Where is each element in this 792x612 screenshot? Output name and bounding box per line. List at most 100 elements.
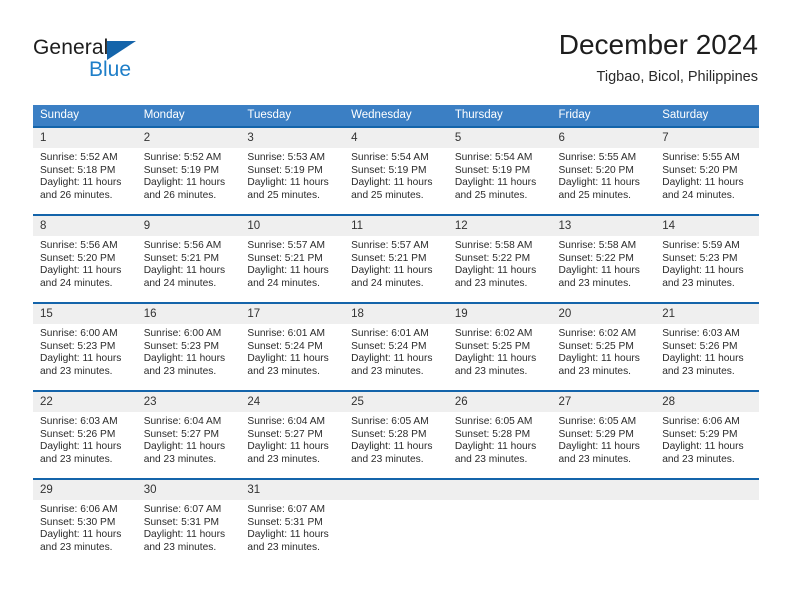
daylight-text: Daylight: 11 hours and 24 minutes.: [351, 265, 433, 289]
day-details: Sunrise: 5:56 AM Sunset: 5:20 PM Daylight:…: [33, 236, 137, 290]
day-cell[interactable]: 8 Sunrise: 5:56 AM Sunset: 5:20 PM Daylight…: [33, 214, 137, 302]
calendar-day-cell: 1 Sunrise: 5:52 AM Sunset: 5:18 PM Daylight…: [33, 126, 137, 214]
day-cell[interactable]: 3 Sunrise: 5:53 AM Sunset: 5:19 PM Daylight…: [240, 126, 345, 214]
weekday-header-saturday: Saturday: [655, 105, 759, 126]
day-details: Sunrise: 5:58 AM Sunset: 5:22 PM Daylight:…: [448, 236, 552, 290]
sunset-text: Sunset: 5:18 PM: [40, 164, 116, 176]
sunrise-text: Sunrise: 6:05 AM: [558, 416, 637, 427]
day-cell[interactable]: 22 Sunrise: 6:03 AM Sunset: 5:26 PM Dayligh…: [33, 390, 137, 478]
day-cell[interactable]: 5 Sunrise: 5:54 AM Sunset: 5:19 PM Daylight…: [447, 126, 552, 214]
day-cell[interactable]: 21 Sunrise: 6:03 AM Sunset: 5:26 PM Dayligh…: [655, 302, 759, 390]
sunset-text: Sunset: 5:24 PM: [247, 340, 323, 352]
day-cell[interactable]: 13 Sunrise: 5:58 AM Sunset: 5:22 PM Dayligh…: [551, 214, 656, 302]
daylight-text: Daylight: 11 hours and 25 minutes.: [351, 177, 433, 201]
day-cell[interactable]: 4 Sunrise: 5:54 AM Sunset: 5:19 PM Daylight…: [344, 126, 448, 214]
day-number: 13: [551, 216, 656, 236]
calendar-day-cell: 29 Sunrise: 6:06 AM Sunset: 5:30 PM Dayligh…: [33, 478, 137, 566]
day-number: 5: [447, 128, 552, 148]
calendar-day-cell: 24 Sunrise: 6:04 AM Sunset: 5:27 PM Dayligh…: [240, 390, 345, 478]
day-number: 1: [33, 128, 137, 148]
daylight-text: Daylight: 11 hours and 23 minutes.: [454, 441, 537, 465]
day-cell[interactable]: 24 Sunrise: 6:04 AM Sunset: 5:27 PM Dayligh…: [240, 390, 345, 478]
day-cell[interactable]: 23 Sunrise: 6:04 AM Sunset: 5:27 PM Dayligh…: [136, 390, 241, 478]
weekday-header-friday: Friday: [551, 105, 656, 126]
day-cell[interactable]: 18 Sunrise: 6:01 AM Sunset: 5:24 PM Dayligh…: [344, 302, 448, 390]
day-cell[interactable]: 28 Sunrise: 6:06 AM Sunset: 5:29 PM Dayligh…: [655, 390, 759, 478]
day-details: Sunrise: 6:06 AM Sunset: 5:30 PM Daylight:…: [33, 500, 137, 554]
day-number: 7: [655, 128, 759, 148]
day-cell[interactable]: 6 Sunrise: 5:55 AM Sunset: 5:20 PM Daylight…: [551, 126, 656, 214]
calendar-day-cell: 31 Sunrise: 6:07 AM Sunset: 5:31 PM Dayligh…: [240, 478, 345, 566]
sunset-text: Sunset: 5:19 PM: [351, 164, 427, 176]
day-cell-empty: [344, 478, 448, 566]
day-cell[interactable]: 14 Sunrise: 5:59 AM Sunset: 5:23 PM Dayligh…: [655, 214, 759, 302]
sunset-text: Sunset: 5:27 PM: [143, 428, 220, 440]
sunset-text: Sunset: 5:26 PM: [662, 340, 738, 352]
day-details: Sunrise: 5:59 AM Sunset: 5:23 PM Daylight:…: [655, 236, 759, 290]
day-cell[interactable]: 17 Sunrise: 6:01 AM Sunset: 5:24 PM Dayligh…: [240, 302, 345, 390]
sunset-text: Sunset: 5:28 PM: [351, 428, 427, 440]
day-details: Sunrise: 6:03 AM Sunset: 5:26 PM Daylight:…: [33, 412, 137, 466]
day-cell[interactable]: 31 Sunrise: 6:07 AM Sunset: 5:31 PM Dayligh…: [240, 478, 345, 566]
sunset-text: Sunset: 5:20 PM: [662, 164, 738, 176]
sunrise-text: Sunrise: 5:52 AM: [143, 152, 222, 163]
day-details: Sunrise: 6:04 AM Sunset: 5:27 PM Daylight:…: [240, 412, 344, 466]
daylight-text: Daylight: 11 hours and 23 minutes.: [143, 529, 226, 553]
sunrise-text: Sunrise: 6:01 AM: [351, 328, 429, 339]
sunset-text: Sunset: 5:31 PM: [247, 516, 323, 528]
day-cell[interactable]: 19 Sunrise: 6:02 AM Sunset: 5:25 PM Dayligh…: [447, 302, 552, 390]
day-cell[interactable]: 12 Sunrise: 5:58 AM Sunset: 5:22 PM Dayligh…: [447, 214, 552, 302]
calendar-day-cell: 3 Sunrise: 5:53 AM Sunset: 5:19 PM Daylight…: [240, 126, 345, 214]
daylight-text: Daylight: 11 hours and 25 minutes.: [247, 177, 329, 201]
calendar-day-cell: 16 Sunrise: 6:00 AM Sunset: 5:23 PM Dayligh…: [136, 302, 241, 390]
day-cell[interactable]: 10 Sunrise: 5:57 AM Sunset: 5:21 PM Dayligh…: [240, 214, 345, 302]
day-number: 12: [447, 216, 552, 236]
day-cell[interactable]: 9 Sunrise: 5:56 AM Sunset: 5:21 PM Daylight…: [136, 214, 241, 302]
day-cell[interactable]: 11 Sunrise: 5:57 AM Sunset: 5:21 PM Dayligh…: [344, 214, 448, 302]
day-cell[interactable]: 25 Sunrise: 6:05 AM Sunset: 5:28 PM Dayligh…: [344, 390, 448, 478]
weekday-header-sunday: Sunday: [33, 105, 137, 126]
calendar-day-cell: 27 Sunrise: 6:05 AM Sunset: 5:29 PM Dayligh…: [551, 390, 656, 478]
calendar-header-row: Sunday Monday Tuesday Wednesday Thursday…: [33, 105, 759, 126]
daylight-text: Daylight: 11 hours and 23 minutes.: [351, 441, 433, 465]
sunrise-text: Sunrise: 5:59 AM: [662, 240, 740, 251]
generalblue-logo[interactable]: General Blue: [33, 36, 163, 84]
calendar-week-row: 22 Sunrise: 6:03 AM Sunset: 5:26 PM Dayligh…: [33, 390, 759, 478]
calendar-day-cell: 21 Sunrise: 6:03 AM Sunset: 5:26 PM Dayligh…: [655, 302, 759, 390]
day-cell[interactable]: 2 Sunrise: 5:52 AM Sunset: 5:19 PM Daylight…: [136, 126, 241, 214]
calendar-day-cell: 12 Sunrise: 5:58 AM Sunset: 5:22 PM Dayligh…: [447, 214, 552, 302]
sunset-text: Sunset: 5:19 PM: [143, 164, 220, 176]
daylight-text: Daylight: 11 hours and 23 minutes.: [40, 529, 122, 553]
day-number: 29: [33, 480, 137, 500]
calendar-day-cell: 11 Sunrise: 5:57 AM Sunset: 5:21 PM Dayligh…: [344, 214, 448, 302]
day-number: 4: [344, 128, 448, 148]
sunset-text: Sunset: 5:25 PM: [454, 340, 531, 352]
sunrise-text: Sunrise: 5:54 AM: [351, 152, 429, 163]
calendar-day-cell: 18 Sunrise: 6:01 AM Sunset: 5:24 PM Dayligh…: [344, 302, 448, 390]
daylight-text: Daylight: 11 hours and 23 minutes.: [662, 265, 744, 289]
day-cell-empty: [655, 478, 759, 566]
day-cell[interactable]: 20 Sunrise: 6:02 AM Sunset: 5:25 PM Dayligh…: [551, 302, 656, 390]
sunrise-text: Sunrise: 5:56 AM: [40, 240, 118, 251]
day-cell[interactable]: 15 Sunrise: 6:00 AM Sunset: 5:23 PM Dayligh…: [33, 302, 137, 390]
sunrise-text: Sunrise: 5:57 AM: [351, 240, 429, 251]
sunset-text: Sunset: 5:26 PM: [40, 428, 116, 440]
daylight-text: Daylight: 11 hours and 23 minutes.: [40, 441, 122, 465]
sunset-text: Sunset: 5:20 PM: [558, 164, 634, 176]
day-number: 11: [344, 216, 448, 236]
day-cell[interactable]: 7 Sunrise: 5:55 AM Sunset: 5:20 PM Daylight…: [655, 126, 759, 214]
month-calendar-table: Sunday Monday Tuesday Wednesday Thursday…: [33, 105, 759, 566]
sunrise-text: Sunrise: 6:00 AM: [143, 328, 222, 339]
day-cell[interactable]: 26 Sunrise: 6:05 AM Sunset: 5:28 PM Dayligh…: [447, 390, 552, 478]
day-cell[interactable]: 29 Sunrise: 6:06 AM Sunset: 5:30 PM Dayligh…: [33, 478, 137, 566]
day-cell-empty: [551, 478, 656, 566]
day-cell[interactable]: 27 Sunrise: 6:05 AM Sunset: 5:29 PM Dayligh…: [551, 390, 656, 478]
title-block: December 2024 Tigbao, Bicol, Philippines: [559, 28, 758, 86]
day-number: 22: [33, 392, 137, 412]
day-details: Sunrise: 6:02 AM Sunset: 5:25 PM Daylight:…: [448, 324, 552, 378]
day-cell[interactable]: 30 Sunrise: 6:07 AM Sunset: 5:31 PM Dayligh…: [136, 478, 241, 566]
calendar-day-cell: 4 Sunrise: 5:54 AM Sunset: 5:19 PM Daylight…: [344, 126, 448, 214]
day-cell[interactable]: 1 Sunrise: 5:52 AM Sunset: 5:18 PM Daylight…: [33, 126, 137, 214]
sunrise-text: Sunrise: 5:52 AM: [40, 152, 118, 163]
day-cell[interactable]: 16 Sunrise: 6:00 AM Sunset: 5:23 PM Dayligh…: [136, 302, 241, 390]
